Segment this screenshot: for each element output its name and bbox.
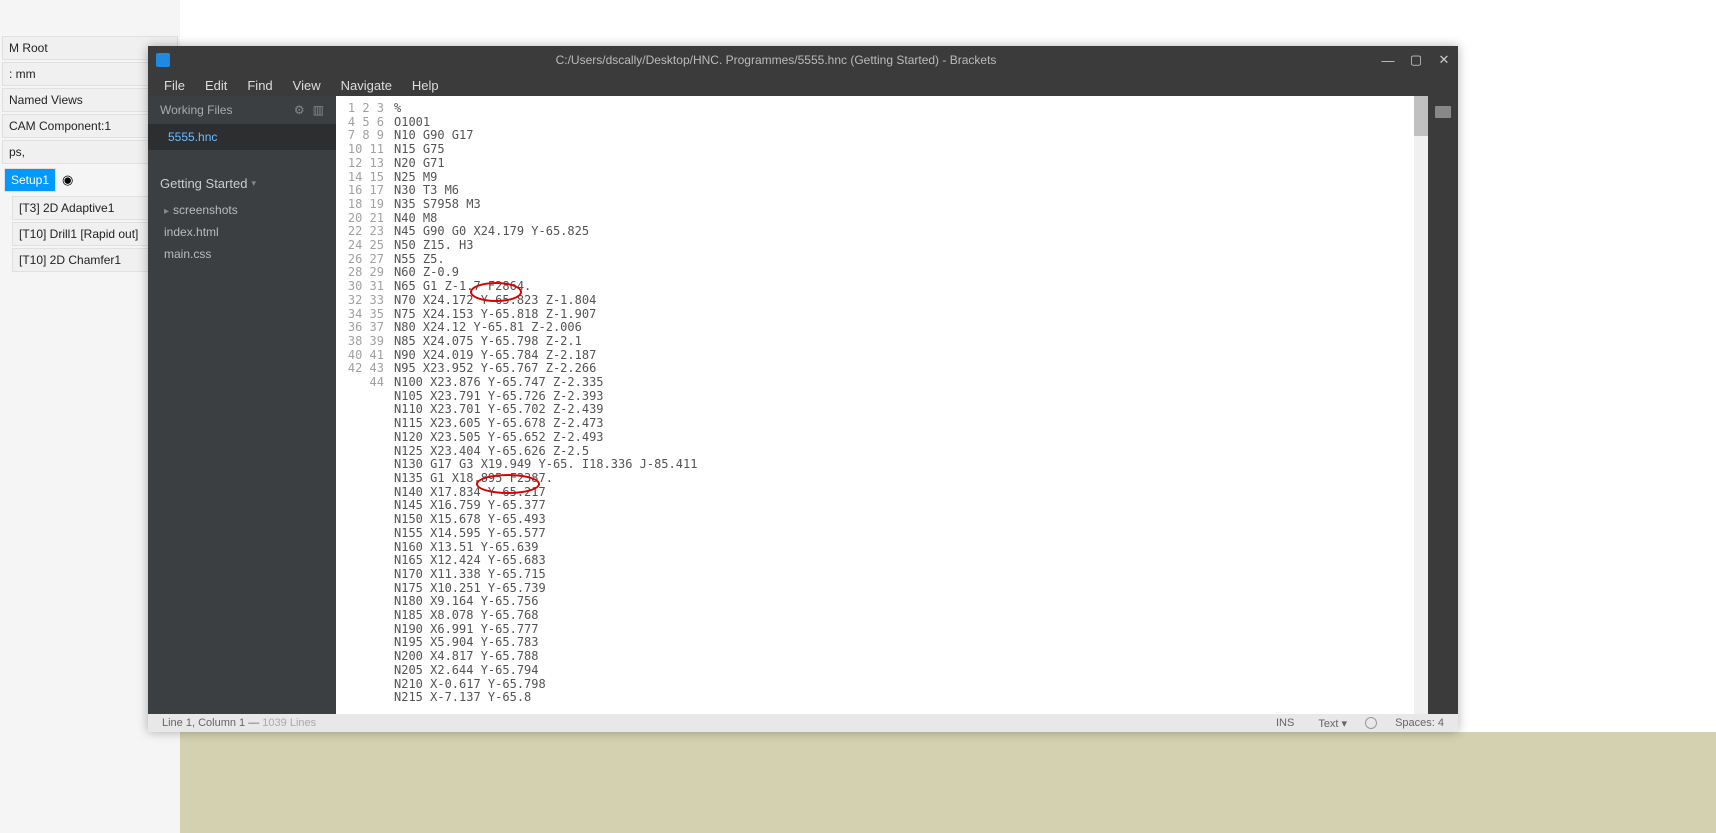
scrollbar-thumb[interactable] (1414, 96, 1428, 136)
code-content[interactable]: % O1001 N10 G90 G17 N15 G75 N20 G71 N25 … (390, 96, 1428, 714)
tree-setup-selected[interactable]: Setup1 (4, 168, 56, 192)
language-mode[interactable]: Text ▾ (1312, 717, 1353, 730)
cursor-position[interactable]: Line 1, Column 1 (162, 717, 245, 729)
indent-setting[interactable]: Spaces: 4 (1389, 717, 1450, 729)
code-editor[interactable]: 1 2 3 4 5 6 7 8 9 10 11 12 13 14 15 16 1… (336, 96, 1428, 714)
file-index-html[interactable]: index.html (148, 221, 336, 243)
brackets-logo-icon (156, 53, 170, 67)
close-button[interactable]: ✕ (1430, 52, 1458, 68)
vertical-scrollbar[interactable] (1414, 96, 1428, 714)
line-number-gutter: 1 2 3 4 5 6 7 8 9 10 11 12 13 14 15 16 1… (336, 96, 390, 714)
project-dropdown[interactable]: Getting Started ▾ (148, 168, 336, 199)
working-files-label: Working Files (160, 103, 232, 117)
insert-mode[interactable]: INS (1270, 717, 1300, 729)
menu-edit[interactable]: Edit (195, 76, 237, 95)
menu-navigate[interactable]: Navigate (331, 76, 402, 95)
split-icon[interactable]: ▥ (313, 103, 324, 117)
extension-rail (1428, 96, 1458, 714)
menu-help[interactable]: Help (402, 76, 449, 95)
language-label: Text (1318, 718, 1338, 730)
chevron-down-icon: ▾ (251, 178, 256, 189)
brackets-editor-window: C:/Users/dscally/Desktop/HNC. Programmes… (148, 46, 1458, 732)
radio-icon[interactable]: ◉ (62, 172, 73, 188)
extension-manager-icon[interactable] (1435, 106, 1451, 118)
titlebar[interactable]: C:/Users/dscally/Desktop/HNC. Programmes… (148, 46, 1458, 74)
sidebar: Working Files ⚙ ▥ 5555.hnc Getting Start… (148, 96, 336, 714)
linting-status-icon[interactable] (1365, 717, 1377, 729)
project-name: Getting Started (160, 176, 247, 191)
file-main-css[interactable]: main.css (148, 243, 336, 265)
folder-label: screenshots (173, 203, 238, 217)
chevron-right-icon: ▸ (164, 206, 169, 217)
maximize-button[interactable]: ▢ (1402, 52, 1430, 68)
line-count: 1039 Lines (262, 717, 316, 729)
menu-file[interactable]: File (154, 76, 195, 95)
working-files-header[interactable]: Working Files ⚙ ▥ (148, 96, 336, 124)
statusbar: Line 1, Column 1 — 1039 Lines INS Text ▾… (148, 714, 1458, 732)
gear-icon[interactable]: ⚙ (294, 103, 305, 117)
menubar: File Edit Find View Navigate Help (148, 74, 1458, 96)
folder-screenshots[interactable]: ▸ screenshots (148, 199, 336, 221)
background-cad-canvas (0, 732, 1716, 833)
menu-find[interactable]: Find (237, 76, 282, 95)
working-file-item[interactable]: 5555.hnc (148, 124, 336, 150)
window-title: C:/Users/dscally/Desktop/HNC. Programmes… (178, 53, 1374, 67)
minimize-button[interactable]: — (1374, 53, 1402, 68)
menu-view[interactable]: View (283, 76, 331, 95)
